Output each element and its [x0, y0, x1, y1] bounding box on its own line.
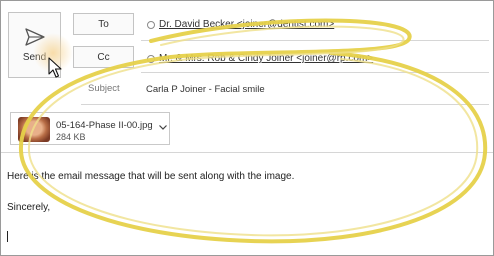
cc-recipient[interactable]: Mr. & Mrs. Rob & Cindy Joiner <joiner@rp… [147, 53, 373, 64]
cc-recipient-address: Mr. & Mrs. Rob & Cindy Joiner <joiner@rp… [159, 53, 374, 64]
attachment-size: 284 KB [56, 132, 86, 142]
cc-button[interactable]: Cc [73, 46, 134, 68]
chevron-down-icon[interactable] [158, 122, 168, 132]
to-divider [141, 40, 489, 41]
cc-divider [141, 72, 489, 73]
text-caret [7, 231, 8, 242]
presence-icon [147, 20, 155, 29]
to-button[interactable]: To [73, 13, 134, 35]
subject-divider [81, 104, 489, 105]
attachment-name: 05-164-Phase II-00.jpg [56, 120, 153, 131]
attachment-card[interactable]: 05-164-Phase II-00.jpg 284 KB [10, 112, 170, 145]
message-line[interactable]: Here is the email message that will be s… [7, 171, 294, 182]
compose-window: Send To Cc Dr. David Becker <joiner@dent… [0, 0, 494, 256]
presence-icon [147, 54, 155, 63]
attachment-thumbnail [18, 117, 50, 142]
mouse-cursor-icon [48, 57, 62, 78]
send-label: Send [22, 51, 47, 63]
to-recipient[interactable]: Dr. David Becker <joiner@dentist.com> [147, 19, 334, 30]
subject-field[interactable]: Carla P Joiner - Facial smile [146, 84, 265, 95]
attachment-divider [1, 152, 493, 153]
subject-label: Subject [88, 83, 120, 94]
message-closing[interactable]: Sincerely, [7, 202, 50, 213]
to-recipient-address: Dr. David Becker <joiner@dentist.com> [159, 19, 335, 30]
send-icon [24, 27, 45, 46]
